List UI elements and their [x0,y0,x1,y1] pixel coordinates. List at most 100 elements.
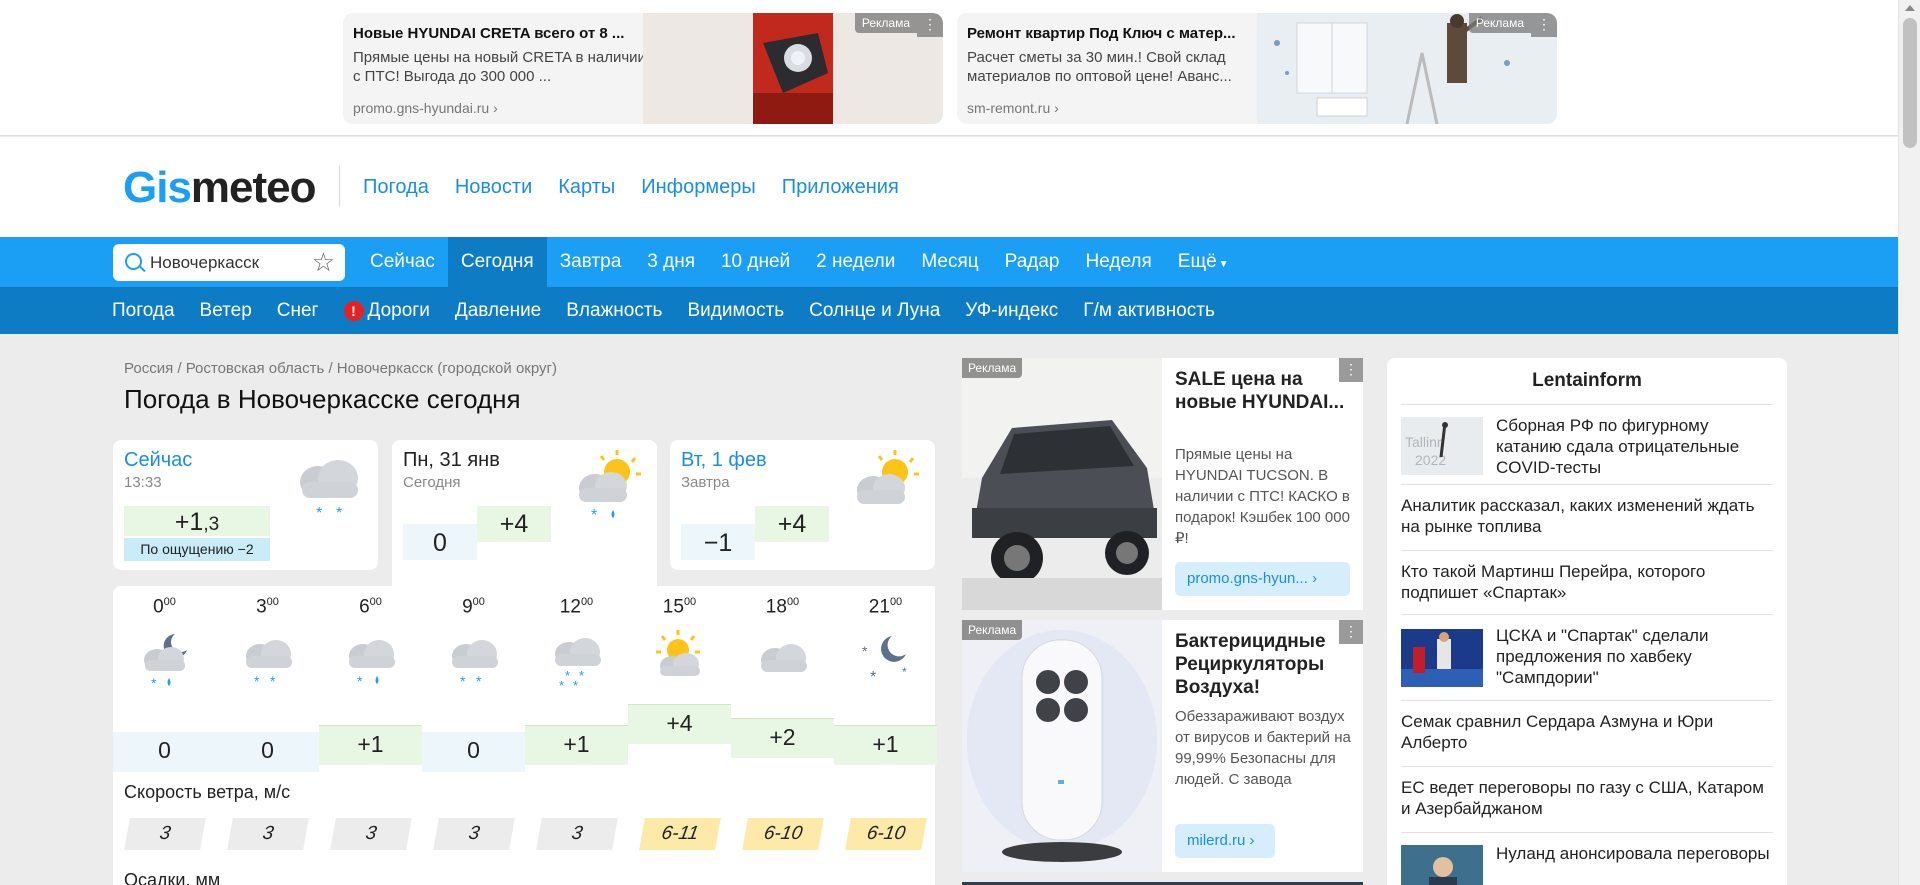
hour-temperature: +4 [628,704,731,744]
tomorrow-card[interactable]: Вт, 1 фев Завтра −1 +4 [670,440,935,570]
header-nav-karty[interactable]: Карты [558,176,615,199]
today-max-temp: +4 [477,506,551,542]
svg-text:*: * [476,673,482,689]
ad-source-link[interactable]: sm-remont.ru › [967,100,1059,116]
news-item[interactable]: Кто такой Мартинш Перейра, которого подп… [1401,550,1773,614]
svg-text:*: * [254,673,260,689]
side-ad-milerd[interactable]: Реклама ⋮ Бактерицидные Рециркуляторы Во… [962,620,1363,872]
scrollbar-thumb[interactable] [1903,18,1917,148]
today-label: Сегодня [403,474,461,491]
ad-badge: Реклама [962,358,1023,378]
news-title: ЕС ведет переговоры по газу с США, Катар… [1401,778,1764,818]
ad-menu-button[interactable]: ⋮ [917,13,943,37]
news-item[interactable]: Аналитик рассказал, каких изменений ждат… [1401,484,1773,550]
header-nav-informery[interactable]: Информеры [641,176,756,199]
cloud-heavy-snow-icon: * ** * [555,638,601,690]
favorite-star-icon[interactable]: ☆ [312,248,335,276]
night-snow-icon: ** * [862,636,907,686]
top-ad-card-hyundai[interactable]: Новые HYUNDAI CRETA всего от 8 ... Прямы… [343,13,943,124]
primary-nav-bar: ☆ Сейчас Сегодня Завтра 3 дня 10 дней 2 … [0,237,1898,287]
news-title: Аналитик рассказал, каких изменений ждат… [1401,496,1755,536]
tab-radar[interactable]: Радар [992,237,1073,287]
ad-title: Новые HYUNDAI CRETA всего от 8 ... [353,25,625,42]
subnav-weather[interactable]: Погода [112,287,175,334]
subnav-snow[interactable]: Снег [277,287,319,334]
page-title: Погода в Новочеркасске сегодня [124,384,521,414]
cloud-snow-icon: * * [300,460,358,522]
site-header: Gismeteo Погода Новости Карты Информеры … [0,137,1898,237]
search-input[interactable] [150,251,300,275]
subnav-visibility[interactable]: Видимость [687,287,784,334]
top-ad-card-remont[interactable]: Ремонт квартир Под Ключ с матер... Расче… [957,13,1557,124]
header-nav-novosti[interactable]: Новости [455,176,532,199]
scroll-up-icon[interactable] [1905,5,1915,11]
header-nav: Погода Новости Карты Информеры Приложени… [363,176,899,199]
subnav-wind[interactable]: Ветер [200,287,252,334]
wind-speed-value: 6-11 [639,818,721,850]
sun-cloud-icon [857,450,919,504]
now-card[interactable]: Сейчас 13:33 * * +1,3 По ощущению −2 [113,440,378,570]
tab-today[interactable]: Сегодня [447,237,547,287]
news-title: Семак сравнил Сердара Азмуна и Юри Албер… [1401,712,1714,752]
svg-text:*: * [460,673,466,689]
svg-text:*: * [902,665,907,679]
now-title: Сейчас [124,449,193,471]
ad-menu-button[interactable]: ⋮ [1531,13,1557,37]
football-players-thumbnail [1401,629,1483,687]
cloud-snow-icon: * * [246,640,292,689]
subnav-uv-index[interactable]: УФ-индекс [965,287,1058,334]
hour-column: 600 * +1 [319,586,422,786]
tab-tomorrow[interactable]: Завтра [547,237,635,287]
subnav-sun-moon[interactable]: Солнце и Луна [809,287,940,334]
news-item[interactable]: ЦСКА и "Спартак" сделали предложения по … [1401,614,1773,700]
tab-week[interactable]: Неделя [1073,237,1165,287]
side-ad-hyundai[interactable]: Реклама ⋮ SALE цена на новые HYUNDAI... … [962,358,1363,610]
svg-text:*: * [316,505,322,522]
hour-temperature: +1 [525,725,628,765]
ad-text: Прямые цены на новый CRETA в наличии с П… [353,49,646,85]
tab-more[interactable]: Ещё ▼ [1165,237,1242,287]
svg-text:Tallinn: Tallinn [1405,434,1445,450]
sun-cloud-icon [656,630,700,676]
wind-speed-value: 6-10 [742,818,824,850]
search-icon [125,253,142,270]
news-item[interactable]: ЕС ведет переговоры по газу с США, Катар… [1401,766,1773,832]
precipitation-title: Осадки, мм [124,870,221,885]
breadcrumb[interactable]: Россия / Ростовская область / Новочеркас… [124,360,557,377]
tab-3-days[interactable]: 3 дня [634,237,708,287]
ad-source-link[interactable]: promo.gns-hyundai.ru › [353,100,498,116]
tomorrow-max-temp: +4 [755,506,829,542]
wind-speed-value: 3 [433,818,515,850]
subnav-geomagnetic[interactable]: Г/м активность [1083,287,1215,334]
cloud-snow-rain-icon: * [349,640,395,689]
tab-2-weeks[interactable]: 2 недели [803,237,908,287]
side-ad-link[interactable]: milerd.ru › [1175,824,1275,858]
tab-now[interactable]: Сейчас [357,237,448,287]
news-item[interactable]: Нуланд анонсировала переговоры Лаврова и… [1401,832,1773,885]
header-nav-prilozheniya[interactable]: Приложения [782,176,899,199]
svg-text:*: * [270,673,276,689]
city-search[interactable]: ☆ [113,244,345,281]
today-card[interactable]: Пн, 31 янв Сегодня * 0 +4 [392,440,657,586]
news-title: ЦСКА и "Спартак" сделали предложения по … [1496,626,1709,687]
wind-speed-value: 3 [330,818,412,850]
hour-column: 2100 * * * +1 [834,586,937,786]
subnav-humidity[interactable]: Влажность [566,287,662,334]
ad-badge: Реклама [854,13,917,33]
page-scrollbar[interactable] [1898,0,1920,885]
hour-label: 300 [256,596,279,618]
news-title: Нуланд анонсировала переговоры Лаврова и… [1496,844,1773,863]
gismeteo-logo[interactable]: Gismeteo [123,163,317,213]
news-item[interactable]: Tallinn 2022 Сборная РФ по фигурному кат… [1401,404,1773,484]
side-ad-link[interactable]: promo.gns-hyun... › [1175,562,1350,596]
tab-10-days[interactable]: 10 дней [708,237,803,287]
news-item[interactable]: Семак сравнил Сердара Азмуна и Юри Албер… [1401,700,1773,766]
hour-label: 1800 [765,596,800,618]
subnav-roads[interactable]: ! Дороги [343,287,430,334]
header-nav-pogoda[interactable]: Погода [363,176,429,199]
svg-text:*: * [870,669,876,686]
tab-month[interactable]: Месяц [908,237,991,287]
svg-text:*: * [151,675,157,690]
hour-temperature: 0 [422,732,525,772]
subnav-pressure[interactable]: Давление [455,287,541,334]
